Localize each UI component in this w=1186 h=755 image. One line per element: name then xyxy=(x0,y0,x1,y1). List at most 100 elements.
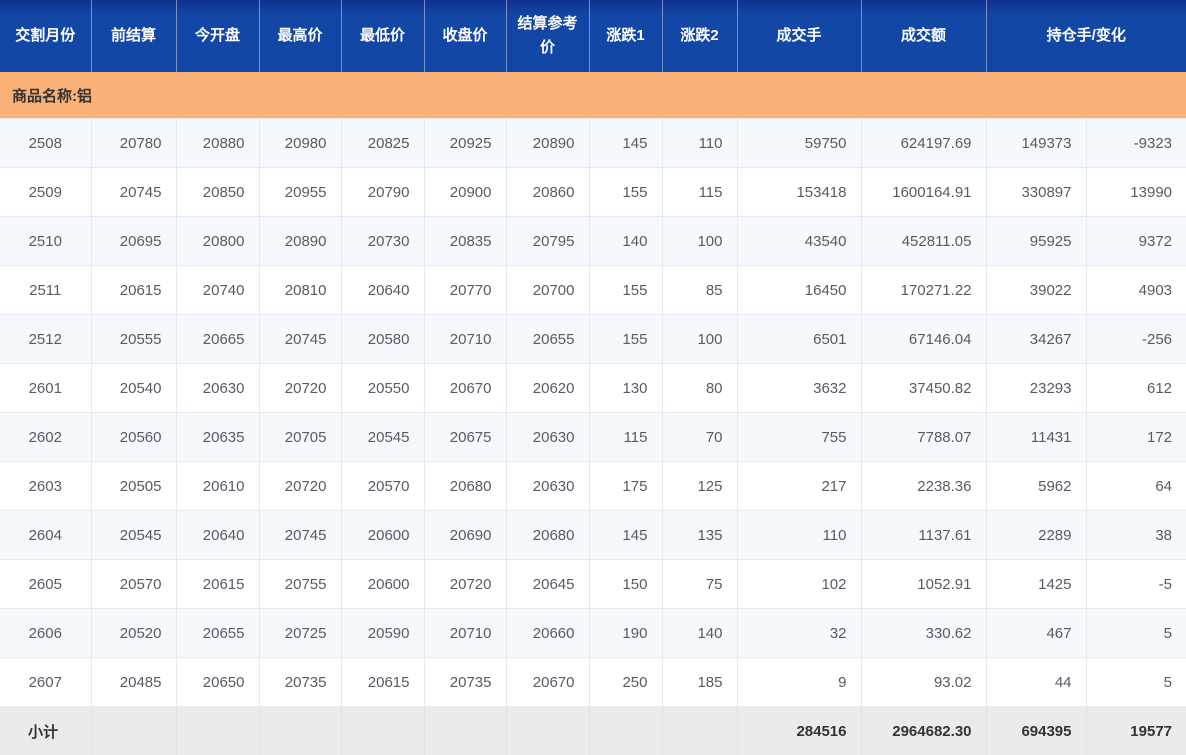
table-row: 2511206152074020810206402077020700155851… xyxy=(0,266,1186,315)
cell-close: 20770 xyxy=(424,266,506,315)
cell-change1: 155 xyxy=(589,266,662,315)
cell-change2: 125 xyxy=(662,462,737,511)
cell-high: 20745 xyxy=(259,511,341,560)
cell-oi-change: 38 xyxy=(1086,511,1186,560)
cell-turnover: 624197.69 xyxy=(861,119,986,168)
cell-open-interest: 11431 xyxy=(986,413,1086,462)
cell-settle-ref: 20645 xyxy=(506,560,589,609)
cell-low: 20600 xyxy=(341,560,424,609)
cell-oi-change: -256 xyxy=(1086,315,1186,364)
cell-turnover: 93.02 xyxy=(861,658,986,707)
col-header-month: 交割月份 xyxy=(0,0,91,72)
cell-prev-settle: 20485 xyxy=(91,658,176,707)
col-header-turnover: 成交额 xyxy=(861,0,986,72)
cell-change1: 175 xyxy=(589,462,662,511)
cell-close: 20710 xyxy=(424,315,506,364)
subtotal-empty-cell xyxy=(662,707,737,755)
cell-open-interest: 2289 xyxy=(986,511,1086,560)
cell-change2: 100 xyxy=(662,217,737,266)
cell-low: 20545 xyxy=(341,413,424,462)
cell-change1: 145 xyxy=(589,511,662,560)
cell-month: 2606 xyxy=(0,609,91,658)
table-row: 2512205552066520745205802071020655155100… xyxy=(0,315,1186,364)
cell-open: 20800 xyxy=(176,217,259,266)
cell-close: 20720 xyxy=(424,560,506,609)
cell-low: 20570 xyxy=(341,462,424,511)
cell-change1: 145 xyxy=(589,119,662,168)
cell-change1: 150 xyxy=(589,560,662,609)
subtotal-empty-cell xyxy=(424,707,506,755)
cell-change2: 75 xyxy=(662,560,737,609)
cell-month: 2509 xyxy=(0,168,91,217)
cell-high: 20735 xyxy=(259,658,341,707)
cell-volume: 755 xyxy=(737,413,861,462)
cell-close: 20925 xyxy=(424,119,506,168)
futures-quote-table: 交割月份前结算今开盘最高价最低价收盘价结算参考价涨跌1涨跌2成交手成交额持仓手/… xyxy=(0,0,1186,755)
cell-settle-ref: 20630 xyxy=(506,462,589,511)
cell-turnover: 2238.36 xyxy=(861,462,986,511)
cell-volume: 6501 xyxy=(737,315,861,364)
col-header-close: 收盘价 xyxy=(424,0,506,72)
cell-open: 20630 xyxy=(176,364,259,413)
cell-month: 2603 xyxy=(0,462,91,511)
cell-volume: 217 xyxy=(737,462,861,511)
cell-high: 20755 xyxy=(259,560,341,609)
cell-volume: 16450 xyxy=(737,266,861,315)
cell-change2: 85 xyxy=(662,266,737,315)
cell-volume: 59750 xyxy=(737,119,861,168)
cell-change1: 250 xyxy=(589,658,662,707)
table-row: 2508207802088020980208252092520890145110… xyxy=(0,119,1186,168)
cell-prev-settle: 20505 xyxy=(91,462,176,511)
cell-low: 20550 xyxy=(341,364,424,413)
cell-high: 20980 xyxy=(259,119,341,168)
cell-turnover: 1052.91 xyxy=(861,560,986,609)
cell-volume: 3632 xyxy=(737,364,861,413)
cell-turnover: 170271.22 xyxy=(861,266,986,315)
cell-open-interest: 95925 xyxy=(986,217,1086,266)
cell-settle-ref: 20795 xyxy=(506,217,589,266)
subtotal-volume: 284516 xyxy=(737,707,861,755)
cell-close: 20680 xyxy=(424,462,506,511)
cell-low: 20825 xyxy=(341,119,424,168)
cell-open: 20655 xyxy=(176,609,259,658)
subtotal-empty-cell xyxy=(176,707,259,755)
cell-open: 20650 xyxy=(176,658,259,707)
cell-prev-settle: 20545 xyxy=(91,511,176,560)
cell-change1: 155 xyxy=(589,168,662,217)
subtotal-empty-cell xyxy=(341,707,424,755)
cell-volume: 9 xyxy=(737,658,861,707)
col-header-high: 最高价 xyxy=(259,0,341,72)
subtotal-turnover: 2964682.30 xyxy=(861,707,986,755)
cell-settle-ref: 20670 xyxy=(506,658,589,707)
cell-change1: 190 xyxy=(589,609,662,658)
cell-month: 2605 xyxy=(0,560,91,609)
cell-oi-change: -5 xyxy=(1086,560,1186,609)
cell-prev-settle: 20520 xyxy=(91,609,176,658)
subtotal-empty-cell xyxy=(259,707,341,755)
cell-oi-change: 5 xyxy=(1086,658,1186,707)
cell-volume: 110 xyxy=(737,511,861,560)
col-header-volume: 成交手 xyxy=(737,0,861,72)
cell-change2: 80 xyxy=(662,364,737,413)
cell-close: 20690 xyxy=(424,511,506,560)
cell-close: 20835 xyxy=(424,217,506,266)
cell-change2: 115 xyxy=(662,168,737,217)
cell-open-interest: 149373 xyxy=(986,119,1086,168)
table-header: 交割月份前结算今开盘最高价最低价收盘价结算参考价涨跌1涨跌2成交手成交额持仓手/… xyxy=(0,0,1186,72)
cell-change1: 115 xyxy=(589,413,662,462)
cell-open: 20615 xyxy=(176,560,259,609)
cell-turnover: 67146.04 xyxy=(861,315,986,364)
table-body: 商品名称:铝 250820780208802098020825209252089… xyxy=(0,72,1186,707)
cell-change2: 135 xyxy=(662,511,737,560)
table-row: 2603205052061020720205702068020630175125… xyxy=(0,462,1186,511)
cell-close: 20710 xyxy=(424,609,506,658)
cell-low: 20590 xyxy=(341,609,424,658)
cell-settle-ref: 20620 xyxy=(506,364,589,413)
col-header-change2: 涨跌2 xyxy=(662,0,737,72)
cell-month: 2607 xyxy=(0,658,91,707)
cell-low: 20730 xyxy=(341,217,424,266)
table-row: 2604205452064020745206002069020680145135… xyxy=(0,511,1186,560)
cell-oi-change: 5 xyxy=(1086,609,1186,658)
cell-prev-settle: 20745 xyxy=(91,168,176,217)
cell-open-interest: 5962 xyxy=(986,462,1086,511)
